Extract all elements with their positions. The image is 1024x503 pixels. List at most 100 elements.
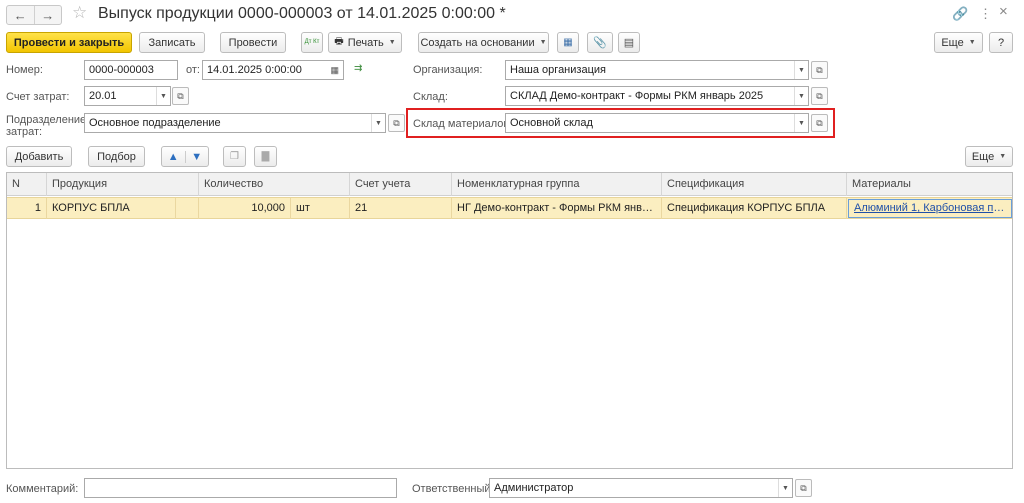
paste-row-button[interactable]: ▇ — [254, 146, 277, 167]
number-field[interactable]: 0000-000003 — [84, 60, 178, 80]
comment-field[interactable] — [84, 478, 397, 498]
link-icon[interactable]: 🔗 — [952, 6, 968, 22]
create-based-on-label: Создать на основании — [420, 36, 535, 49]
column-header-nom-group[interactable]: Номенклатурная группа — [452, 173, 662, 196]
open-organization-button[interactable]: ⧉ — [811, 61, 828, 79]
column-header-account[interactable]: Счет учета — [350, 173, 452, 196]
chevron-down-icon: ▼ — [539, 39, 547, 46]
chevron-down-icon[interactable]: ▼ — [371, 114, 385, 132]
open-window-icon: ⧉ — [393, 117, 400, 128]
structure-button[interactable]: ▦ — [557, 32, 579, 53]
chevron-down-icon: ▼ — [968, 39, 976, 46]
post-button[interactable]: Провести — [220, 32, 286, 53]
forward-arrow-icon[interactable]: → — [33, 6, 62, 24]
cell-n[interactable]: 1 — [7, 198, 47, 219]
more-button[interactable]: Еще ▼ — [934, 32, 983, 53]
report-button[interactable]: ▤ — [618, 32, 640, 53]
number-value: 0000-000003 — [89, 64, 154, 76]
move-down-icon[interactable]: ▼ — [186, 151, 209, 163]
responsible-field[interactable]: Администратор ▼ — [489, 478, 793, 498]
open-window-icon: ⧉ — [177, 90, 184, 101]
column-header-product[interactable]: Продукция — [47, 173, 199, 196]
add-row-button[interactable]: Добавить — [6, 146, 72, 167]
chevron-down-icon[interactable]: ▼ — [156, 87, 170, 105]
open-window-icon: ⧉ — [800, 482, 807, 493]
help-button[interactable]: ? — [989, 32, 1013, 53]
column-header-materials[interactable]: Материалы — [847, 173, 1014, 196]
number-label: Номер: — [6, 64, 43, 76]
warehouse-label: Склад: — [413, 91, 448, 103]
cell-account[interactable]: 21 — [350, 198, 452, 219]
chevron-down-icon[interactable]: ▼ — [794, 61, 808, 79]
cell-materials-link[interactable]: Алюминий 1, Карбоновая пол... — [848, 199, 1012, 218]
cell-unit[interactable]: шт — [291, 198, 350, 219]
post-label: Провести — [228, 36, 278, 49]
cell-quantity[interactable]: 10,000 — [199, 198, 291, 219]
select-label: Подбор — [97, 150, 136, 163]
structure-icon: ▦ — [563, 37, 573, 48]
table-row[interactable]: 1 КОРПУС БПЛА 10,000 шт 21 НГ Демо-контр… — [7, 197, 1012, 219]
post-and-close-button[interactable]: Провести и закрыть — [6, 32, 132, 53]
open-warehouse-button[interactable]: ⧉ — [811, 87, 828, 105]
chevron-down-icon[interactable]: ▼ — [794, 87, 808, 105]
division-value: Основное подразделение — [89, 117, 221, 129]
column-header-n[interactable]: N — [7, 173, 47, 196]
post-and-close-label: Провести и закрыть — [13, 36, 125, 49]
cell-spec[interactable]: Спецификация КОРПУС БПЛА — [662, 198, 847, 219]
create-based-on-button[interactable]: Создать на основании ▼ — [418, 32, 549, 53]
table-more-button[interactable]: Еще ▼ — [965, 146, 1013, 167]
save-button[interactable]: Записать — [139, 32, 205, 53]
chevron-down-icon[interactable]: ▼ — [794, 114, 808, 132]
chevron-down-icon: ▼ — [388, 39, 396, 46]
account-value: 20.01 — [89, 90, 117, 102]
column-header-quantity[interactable]: Количество — [199, 173, 350, 196]
print-button[interactable]: 🖶 Печать ▼ — [328, 32, 402, 53]
open-window-icon: ⧉ — [816, 90, 823, 101]
open-window-icon: ⧉ — [816, 117, 823, 128]
chevron-down-icon[interactable]: ▼ — [778, 479, 792, 497]
responsible-label: Ответственный: — [412, 483, 494, 495]
division-field[interactable]: Основное подразделение ▼ — [84, 113, 386, 133]
account-field[interactable]: 20.01 ▼ — [84, 86, 171, 106]
open-materials-warehouse-button[interactable]: ⧉ — [811, 114, 828, 132]
cell-product[interactable]: КОРПУС БПЛА — [47, 198, 176, 219]
organization-value: Наша организация — [510, 64, 606, 76]
dt-kt-button[interactable]: Дт Кт — [301, 32, 323, 53]
attach-file-button[interactable]: 📎 — [587, 32, 613, 53]
open-window-icon: ⧉ — [816, 64, 823, 75]
warehouse-field[interactable]: СКЛАД Демо-контракт - Формы РКМ январь 2… — [505, 86, 809, 106]
print-label: Печать — [347, 36, 384, 49]
materials-warehouse-field[interactable]: Основной склад ▼ — [505, 113, 809, 133]
table-header: N Продукция Количество Счет учета Номенк… — [7, 173, 1012, 196]
organization-field[interactable]: Наша организация ▼ — [505, 60, 809, 80]
responsible-value: Администратор — [494, 482, 574, 494]
favorite-star-icon[interactable]: ☆ — [72, 3, 87, 23]
copy-icon: ❐ — [230, 151, 239, 162]
date-field[interactable]: 14.01.2025 0:00:00 ▦ — [202, 60, 344, 80]
chevron-down-icon: ▼ — [999, 153, 1007, 160]
date-label: от: — [186, 64, 200, 76]
back-arrow-icon[interactable]: ← — [7, 6, 34, 24]
cell-product-extra[interactable] — [176, 198, 199, 219]
materials-warehouse-value: Основной склад — [510, 117, 593, 129]
table-more-label: Еще — [971, 150, 995, 163]
open-responsible-button[interactable]: ⧉ — [795, 479, 812, 497]
column-header-spec[interactable]: Спецификация — [662, 173, 847, 196]
open-division-button[interactable]: ⧉ — [388, 114, 405, 132]
number-edit-icon[interactable]: ⇉ — [354, 63, 362, 74]
calendar-icon[interactable]: ▦ — [330, 65, 339, 76]
move-buttons: ▲ ▼ — [161, 146, 209, 167]
organization-label: Организация: — [413, 64, 483, 76]
products-table[interactable]: N Продукция Количество Счет учета Номенк… — [6, 172, 1013, 469]
open-account-button[interactable]: ⧉ — [172, 87, 189, 105]
more-vertical-icon[interactable]: ⋮ — [979, 6, 992, 22]
division-label-line2: затрат: — [6, 126, 43, 138]
save-label: Записать — [148, 36, 196, 49]
move-up-icon[interactable]: ▲ — [162, 150, 186, 163]
document-icon: ▤ — [623, 37, 635, 49]
select-button[interactable]: Подбор — [88, 146, 145, 167]
window-title: Выпуск продукции 0000-000003 от 14.01.20… — [98, 5, 506, 22]
close-icon[interactable]: × — [999, 3, 1008, 20]
copy-row-button[interactable]: ❐ — [223, 146, 246, 167]
cell-nom-group[interactable]: НГ Демо-контракт - Формы РКМ январ... — [452, 198, 662, 219]
